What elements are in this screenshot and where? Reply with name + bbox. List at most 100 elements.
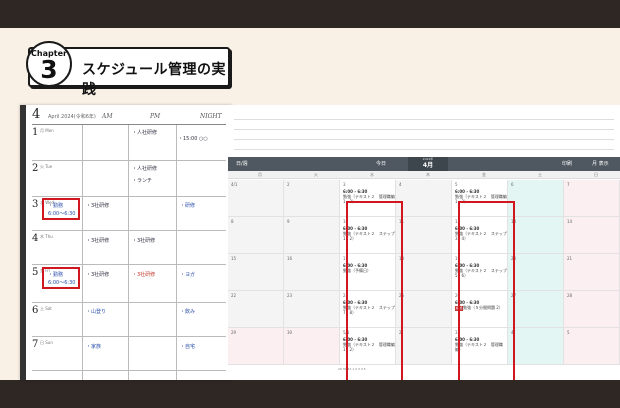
divider	[234, 119, 614, 120]
chapter-number: 3	[40, 55, 58, 84]
day-number: 6	[32, 305, 39, 316]
day-number: 4	[32, 233, 39, 244]
planner-note: ・ランチ	[132, 178, 153, 184]
highlight-box	[42, 267, 80, 289]
planner-note: ・研修	[180, 203, 196, 209]
day-number: 7	[567, 182, 570, 187]
weekday: 日	[594, 172, 598, 177]
calendar-day-cell[interactable]: 4/1	[228, 180, 284, 217]
weekday: 木	[426, 172, 430, 177]
planner-note: ・ヨガ	[180, 272, 196, 278]
planner-note: ・飲み	[180, 309, 196, 315]
day-number: 2	[32, 163, 39, 174]
display-mode[interactable]: 月 表示	[592, 160, 609, 167]
divider	[234, 149, 614, 150]
weekday: 金	[482, 172, 486, 177]
highlight-box	[346, 201, 403, 380]
day-number: 23	[287, 293, 293, 298]
calendar-day-cell[interactable]: 4	[508, 328, 564, 365]
divider	[234, 129, 614, 130]
weekday: 月	[258, 172, 262, 177]
calendar-day-cell[interactable]: 6	[508, 180, 564, 217]
chapter-header: Chapter 3 スケジュール管理の実践	[26, 41, 230, 98]
calendar-day-cell[interactable]: 15	[228, 254, 284, 291]
planner-col-pm: PM	[150, 113, 161, 120]
day-number: 1	[32, 127, 39, 138]
today-button[interactable]: 今日	[376, 160, 386, 167]
planner-note: ・自宅	[180, 344, 196, 350]
planner-note: ・家族	[86, 344, 102, 350]
calendar-day-cell[interactable]: 2	[396, 328, 452, 365]
calendar-day-cell[interactable]: 23	[284, 291, 340, 328]
day-number: 4	[399, 182, 402, 187]
divider	[234, 139, 614, 140]
planner-note: ・15:00 ○○	[178, 136, 208, 142]
day-number: 28	[567, 293, 573, 298]
planner-subtitle: April 2024(令和6年)	[48, 114, 96, 120]
calendar-day-cell[interactable]: 29	[228, 328, 284, 365]
calendar-day-cell[interactable]: 8	[228, 217, 284, 254]
calendar-day-cell[interactable]: 25	[396, 291, 452, 328]
planner-month: 4	[32, 107, 41, 122]
planner-note: ・人社研修	[132, 130, 158, 136]
planner-col-am: AM	[102, 113, 113, 120]
calendar-day-cell[interactable]: 28	[564, 291, 620, 328]
planner-note: ・3社研修	[86, 272, 110, 278]
day-number: 8	[231, 219, 234, 224]
day-of-week: 日 Sun	[40, 340, 53, 345]
day-number: 7	[32, 339, 39, 350]
calendar-day-cell[interactable]: 18	[396, 254, 452, 291]
calendar-toolbar: 日/週 今日 2024年 4月 印刷 月 表示	[228, 157, 620, 171]
print-button[interactable]: 印刷	[562, 160, 572, 167]
planner-day-row: 4 木 Thu	[32, 231, 226, 265]
view-toggle[interactable]: 日/週	[236, 160, 248, 167]
calendar-day-cell[interactable]: 30	[284, 328, 340, 365]
day-of-week: 木 Thu	[40, 234, 53, 239]
planner-note: ・山登り	[86, 309, 107, 315]
calendar-day-cell[interactable]: 22	[228, 291, 284, 328]
day-number: 3	[32, 199, 39, 210]
day-number: 5	[567, 330, 570, 335]
day-number: 6	[511, 182, 514, 187]
planner-note: ・3社研修	[132, 238, 156, 244]
planner-note: ・人社研修	[132, 166, 158, 172]
calendar-day-cell[interactable]: 9	[284, 217, 340, 254]
calendar-day-cell[interactable]: 21	[564, 254, 620, 291]
planner-day-row: 6 土 Sat	[32, 303, 226, 337]
calendar-day-cell[interactable]: 20	[508, 254, 564, 291]
weekday-header: 月 火 水 木 金 土 日	[228, 171, 620, 179]
day-number: 21	[567, 256, 573, 261]
calendar-day-cell[interactable]: 16	[284, 254, 340, 291]
calendar-day-cell[interactable]: 11	[396, 217, 452, 254]
day-number: 14	[567, 219, 573, 224]
calendar-day-cell[interactable]: 14	[564, 217, 620, 254]
day-number: 5	[455, 182, 458, 187]
calendar-day-cell[interactable]: 27	[508, 291, 564, 328]
planner-day-row: 2 火 Tue	[32, 161, 226, 197]
month-selector[interactable]: 2024年 4月	[408, 157, 448, 171]
day-number: 29	[231, 330, 237, 335]
weekday: 火	[314, 172, 318, 177]
calendar-day-cell[interactable]: 5	[564, 328, 620, 365]
planner-col-night: NIGHT	[200, 113, 222, 120]
calendar-day-cell[interactable]: 4	[396, 180, 452, 217]
calendar-day-cell[interactable]: 13	[508, 217, 564, 254]
day-number: 5	[32, 267, 39, 278]
calendar-day-cell[interactable]: 2	[284, 180, 340, 217]
day-number: 16	[287, 256, 293, 261]
day-of-week: 土 Sat	[40, 306, 52, 311]
weekday: 水	[370, 172, 374, 177]
highlight-box	[458, 201, 515, 380]
planner-note: ・3社研修	[132, 272, 156, 278]
calendar-day-cell[interactable]: 7	[564, 180, 620, 217]
planner-header: 4 April 2024(令和6年) AM PM NIGHT	[32, 107, 226, 125]
day-number: 30	[287, 330, 293, 335]
planner-note: ・3社研修	[86, 203, 110, 209]
day-of-week: 火 Tue	[40, 164, 53, 169]
day-number: 3	[343, 182, 346, 187]
month-label: 4月	[422, 162, 434, 169]
digital-calendar: 日/週 今日 2024年 4月 印刷 月 表示 月 火 水 木 金 土 日 4/…	[228, 105, 620, 380]
day-of-week: 月 Mon	[40, 128, 54, 133]
mini-calendar: 29 30 31 1 2 3 4 5	[338, 367, 366, 371]
day-number: 2	[287, 182, 290, 187]
